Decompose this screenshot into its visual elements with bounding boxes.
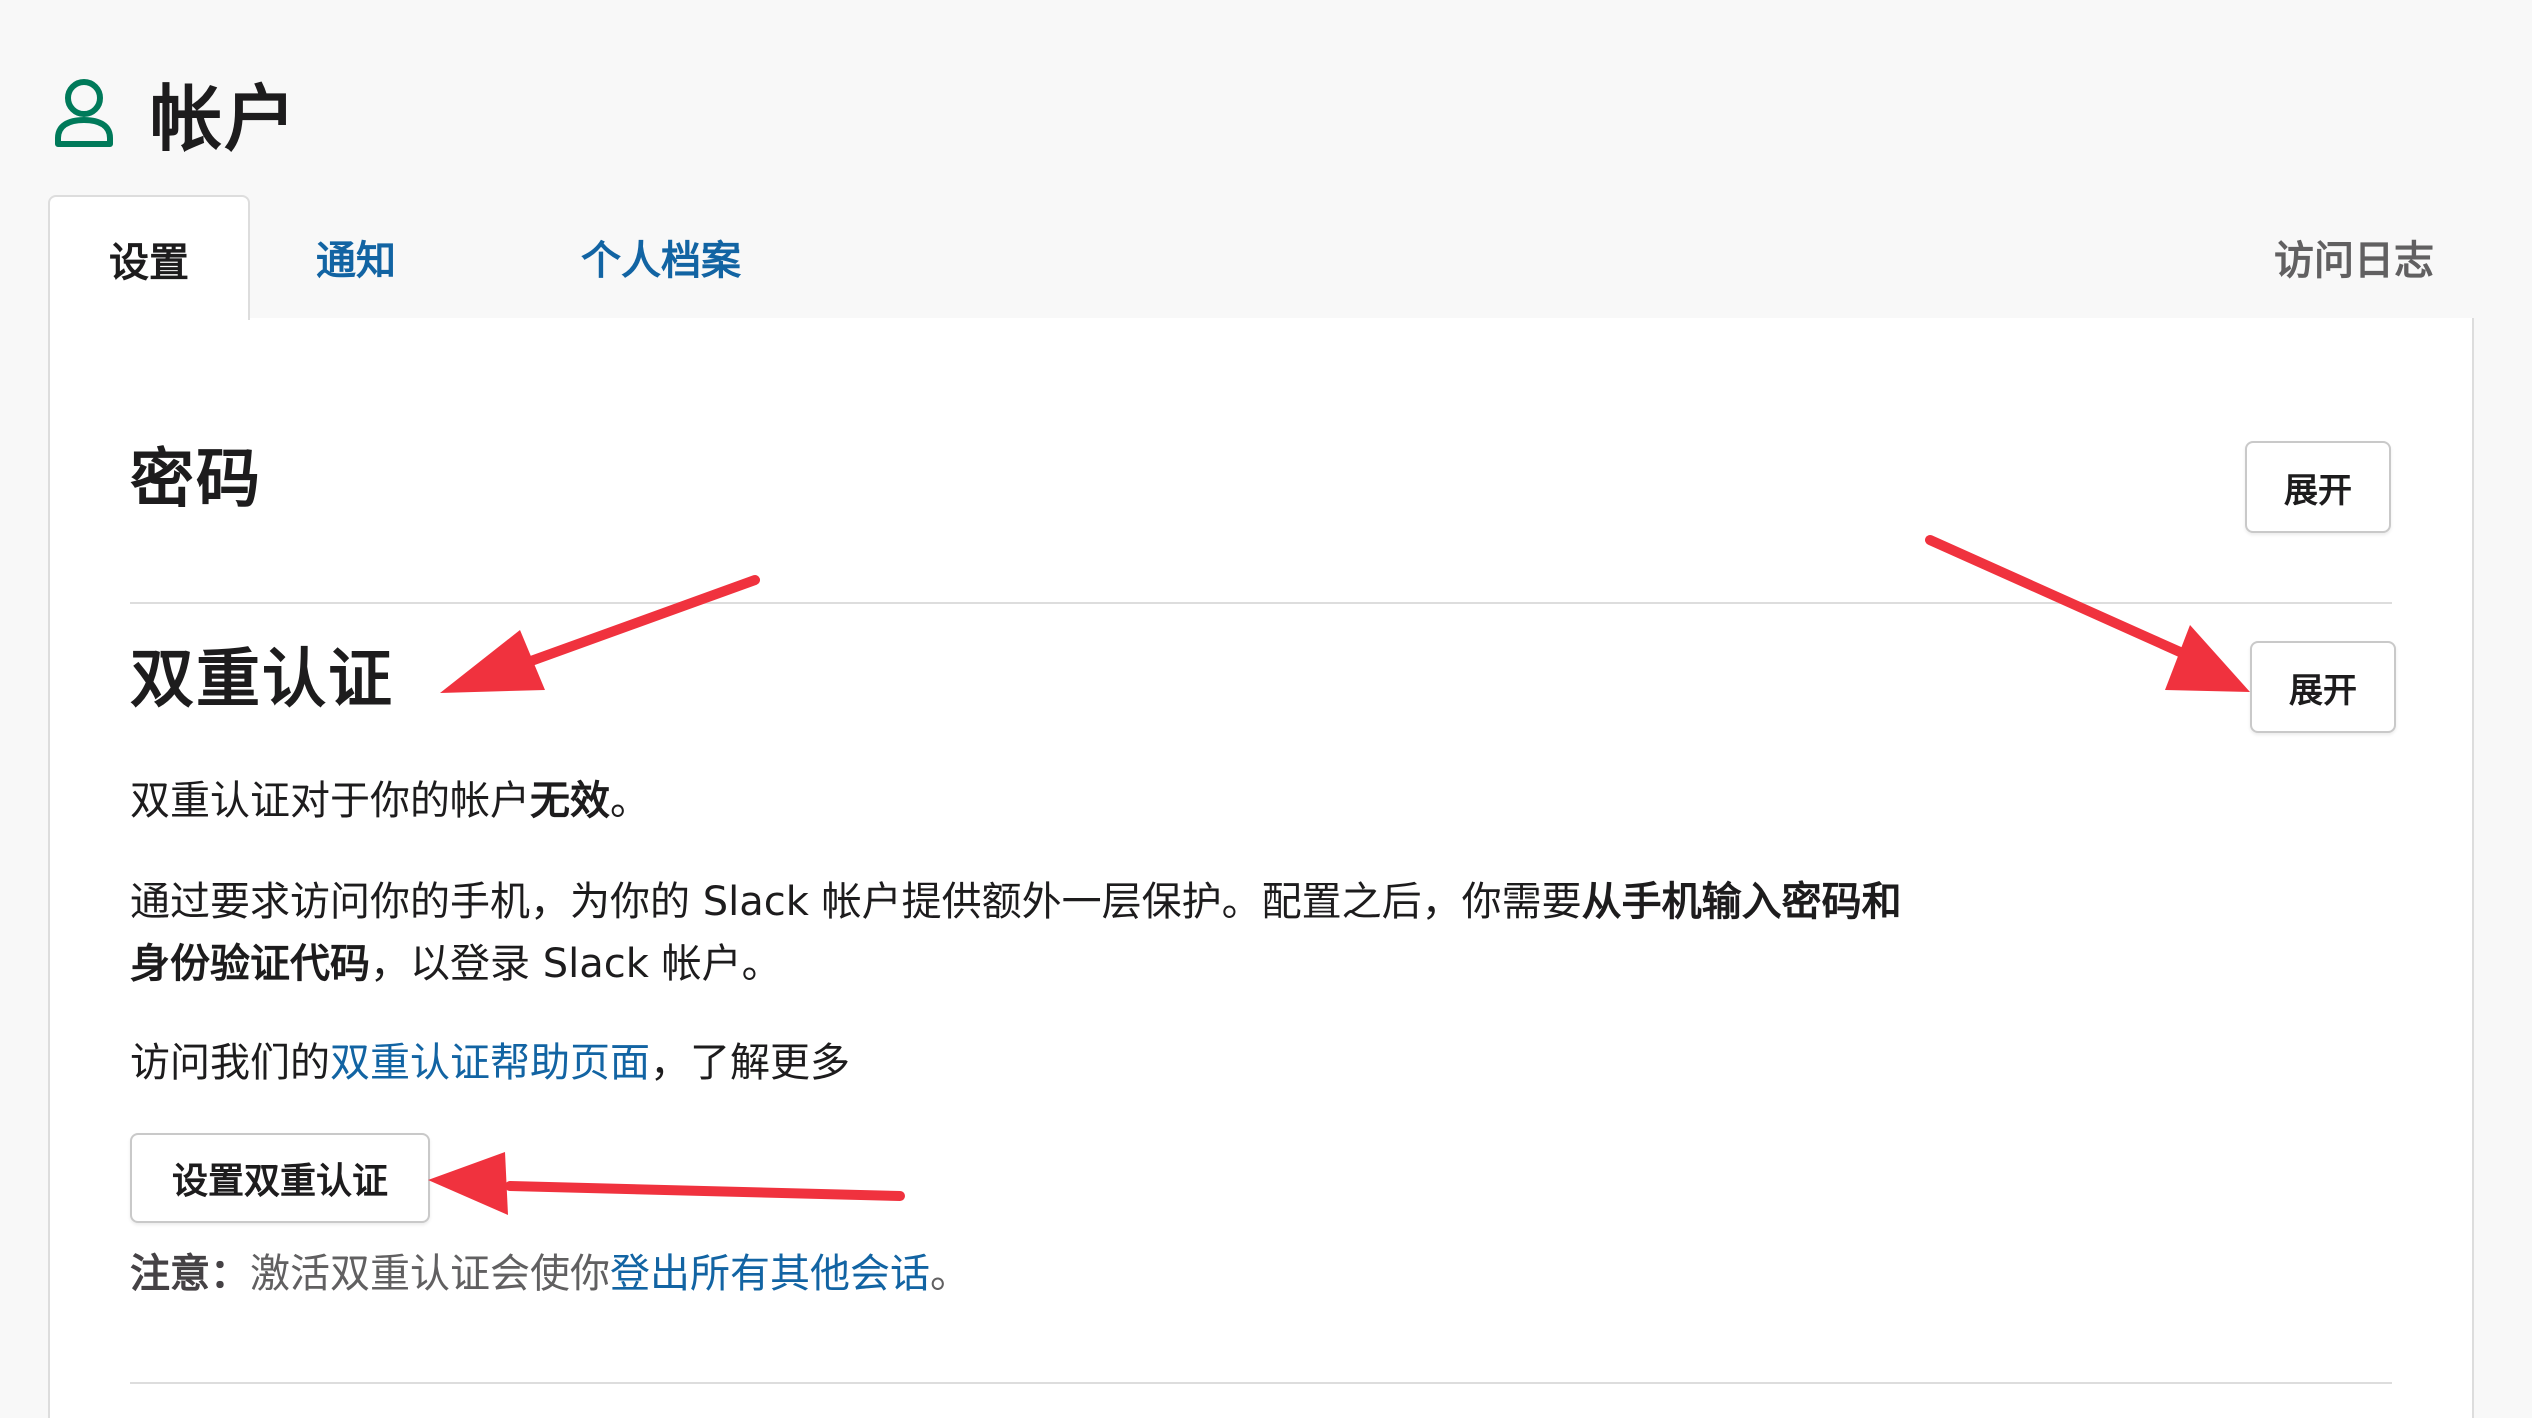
password-section-title: 密码: [130, 443, 262, 517]
section-divider: [130, 602, 2392, 604]
desc-bold1: 从手机输入密码和: [1581, 879, 1902, 925]
tab-bar: 设置 通知 个人档案 访问日志: [48, 195, 2474, 320]
status-suffix: 。: [610, 778, 650, 824]
help-page-link[interactable]: 双重认证帮助页面: [330, 1040, 650, 1086]
section-divider-bottom: [130, 1382, 2392, 1384]
two-factor-section-title: 双重认证: [130, 643, 394, 717]
settings-panel: 密码 展开 双重认证 展开 双重认证对于你的帐户无效。 通过要求访问你的手机，为…: [48, 318, 2474, 1418]
status-value: 无效: [530, 778, 610, 824]
user-icon: [48, 74, 120, 150]
note-suffix: 。: [930, 1251, 970, 1297]
setup-two-factor-button[interactable]: 设置双重认证: [130, 1133, 430, 1223]
page-title: 帐户: [150, 76, 299, 161]
password-expand-button[interactable]: 展开: [2245, 441, 2391, 533]
tab-notifications[interactable]: 通知: [301, 195, 411, 318]
two-factor-status: 双重认证对于你的帐户无效。: [130, 770, 650, 832]
desc-part1: 通过要求访问你的手机，为你的 Slack 帐户提供额外一层保护。配置之后，你需要: [130, 879, 1582, 925]
tab-profile[interactable]: 个人档案: [516, 195, 806, 318]
note-body: 激活双重认证会使你: [250, 1251, 610, 1297]
tab-access-log[interactable]: 访问日志: [2234, 195, 2474, 318]
note-text: 注意：激活双重认证会使你登出所有其他会话。: [130, 1243, 970, 1305]
tab-settings[interactable]: 设置: [48, 195, 250, 320]
two-factor-expand-button[interactable]: 展开: [2250, 641, 2396, 733]
help-suffix: ，了解更多: [650, 1040, 850, 1086]
status-prefix: 双重认证对于你的帐户: [130, 778, 530, 824]
help-text: 访问我们的双重认证帮助页面，了解更多: [130, 1032, 850, 1094]
two-factor-description: 通过要求访问你的手机，为你的 Slack 帐户提供额外一层保护。配置之后，你需要…: [130, 871, 2230, 995]
desc-bold2: 身份验证代码: [130, 941, 370, 987]
logout-sessions-link[interactable]: 登出所有其他会话: [610, 1251, 930, 1297]
help-prefix: 访问我们的: [130, 1040, 330, 1086]
desc-part2: ，以登录 Slack 帐户。: [370, 941, 782, 987]
note-label: 注意：: [130, 1251, 250, 1297]
page-header: 帐户: [48, 64, 298, 161]
